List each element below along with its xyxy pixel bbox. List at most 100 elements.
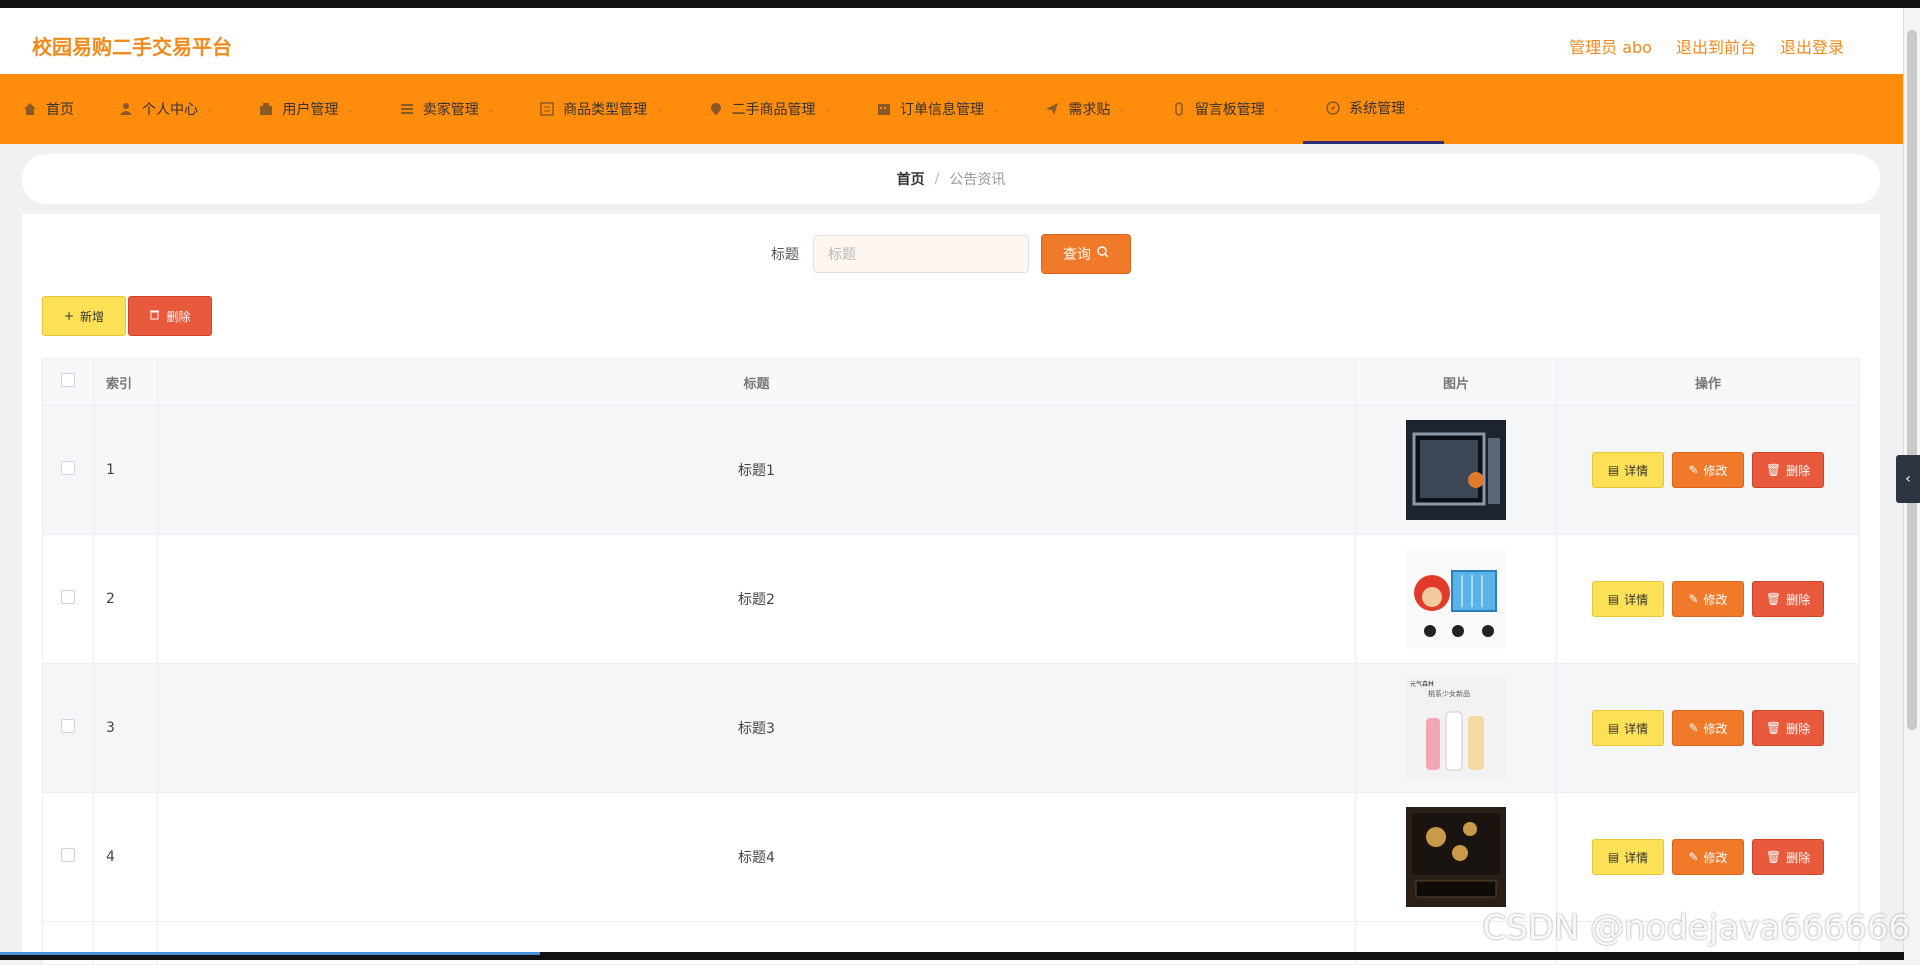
row-check-cell (42, 792, 94, 922)
chevron-down-icon: ⌄ (206, 103, 215, 115)
collapse-handle-icon[interactable]: ‹ (1896, 455, 1920, 503)
delete-button[interactable]: 🗑 删除 (1752, 452, 1824, 488)
query-button-label: 查询 (1063, 247, 1091, 263)
detail-label: 详情 (1624, 850, 1649, 865)
row-check-cell (42, 534, 94, 664)
send-icon (1044, 101, 1060, 117)
title-search-input[interactable] (813, 235, 1029, 273)
header-ops: 操作 (1556, 358, 1860, 406)
app-header: 校园易购二手交易平台 管理员 abo 退出到前台 退出登录 (0, 8, 1904, 74)
nav-label: 系统管理 (1349, 100, 1406, 117)
chevron-down-icon: ⌄ (1118, 103, 1127, 115)
nav-item-system[interactable]: 系统管理 ⌄ (1303, 74, 1444, 144)
nav-label: 用户管理 (282, 102, 339, 118)
nav-item-users[interactable]: 用户管理 ⌄ (236, 74, 376, 144)
table-header-row: 索引 标题 图片 操作 (42, 358, 1860, 406)
row-checkbox[interactable] (61, 848, 75, 862)
nav-label: 个人中心 (142, 102, 198, 118)
chevron-down-icon: ⌄ (991, 103, 1001, 115)
logout-link[interactable]: 退出登录 (1780, 34, 1844, 58)
nav-item-goods[interactable]: 二手商品管理 ⌄ (686, 74, 854, 144)
nav-label: 二手商品管理 (731, 102, 816, 118)
pencil-icon: ✎ (1688, 850, 1699, 864)
header-links: 管理员 abo 退出到前台 退出登录 (1569, 34, 1844, 58)
drinks-header-text: 元气森林 (1410, 680, 1434, 688)
gift-box-image[interactable] (1406, 807, 1506, 907)
microwave-image[interactable] (1406, 420, 1506, 520)
top-edge (0, 0, 1920, 8)
row-checkbox[interactable] (61, 719, 75, 733)
detail-button[interactable]: ▤ 详情 (1592, 581, 1664, 617)
nav-item-orders[interactable]: 订单信息管理 ⌄ (854, 74, 1022, 144)
nav-item-home[interactable]: 首页 (0, 74, 96, 144)
chevron-down-icon: ⌄ (823, 103, 832, 115)
exit-to-front-link[interactable]: 退出到前台 (1676, 34, 1756, 58)
query-button[interactable]: 查询 (1041, 234, 1131, 274)
table-row: 2 标题2 ▤ 详情 ✎ 修改 🗑 删除 (42, 534, 1860, 664)
row-actions: ▤ 详情 ✎ 修改 🗑 删除 (1558, 581, 1858, 617)
header-index: 索引 (93, 358, 158, 406)
category-icon (539, 101, 555, 117)
cart-mascot-image[interactable] (1406, 549, 1506, 649)
breadcrumb-home[interactable]: 首页 (897, 169, 925, 189)
content-panel: 标题 查询 + 新增 删除 索引 标题 图片 操作 (22, 214, 1880, 965)
main-nav: 首页 个人中心 ⌄ 用户管理 ⌄ 卖家管理 ⌄ 商品类型管理 ⌄ 二手商品管理 ⌄ 订单信… (0, 74, 1904, 144)
row-checkbox[interactable] (61, 461, 75, 475)
detail-label: 详情 (1624, 721, 1649, 736)
row-title: 标题4 (157, 792, 1356, 922)
detail-button[interactable]: ▤ 详情 (1592, 452, 1664, 488)
message-icon (1171, 101, 1187, 117)
detail-button[interactable]: ▤ 详情 (1592, 710, 1664, 746)
row-index: 3 (93, 663, 158, 793)
edit-label: 修改 (1703, 463, 1728, 478)
nav-item-sellers[interactable]: 卖家管理 ⌄ (377, 74, 517, 144)
trash-icon: 🗑 (1765, 850, 1782, 864)
header-image: 图片 (1355, 358, 1557, 406)
nav-label: 留言板管理 (1194, 102, 1265, 118)
row-index: 4 (93, 792, 158, 922)
nav-item-messages[interactable]: 留言板管理 ⌄ (1149, 74, 1303, 144)
bulk-delete-button[interactable]: 删除 (128, 296, 212, 336)
list-icon (399, 101, 415, 117)
nav-item-categories[interactable]: 商品类型管理 ⌄ (517, 74, 685, 144)
select-all-checkbox[interactable] (61, 373, 75, 387)
document-icon: ▤ (1607, 592, 1620, 606)
row-title: 标题1 (157, 405, 1356, 535)
edit-label: 修改 (1703, 592, 1728, 607)
delete-button[interactable]: 🗑 删除 (1752, 839, 1824, 875)
edit-button[interactable]: ✎ 修改 (1672, 839, 1744, 875)
row-checkbox[interactable] (61, 590, 75, 604)
add-button[interactable]: + 新增 (42, 296, 126, 336)
location-icon (708, 101, 724, 117)
drinks-sub-text: 桃系少女新品 (1428, 689, 1470, 698)
delete-button[interactable]: 🗑 删除 (1752, 581, 1824, 617)
row-image-cell (1355, 792, 1557, 922)
row-ops-cell: ▤ 详情 ✎ 修改 🗑 删除 (1556, 792, 1860, 922)
scrollbar-thumb[interactable] (1907, 30, 1917, 730)
search-label: 标题 (771, 247, 799, 263)
nav-item-personal[interactable]: 个人中心 ⌄ (96, 74, 236, 144)
trash-icon (149, 309, 160, 323)
edit-button[interactable]: ✎ 修改 (1672, 581, 1744, 617)
breadcrumb: 首页 / 公告资讯 (22, 154, 1880, 204)
nav-item-demands[interactable]: 需求贴 ⌄ (1022, 74, 1148, 144)
row-index: 2 (93, 534, 158, 664)
drinks-image[interactable]: 元气森林 桃系少女新品 (1406, 678, 1506, 778)
action-buttons: + 新增 删除 (42, 296, 212, 336)
watermark: CSDN @nodejava666666 (1482, 908, 1910, 948)
row-actions: ▤ 详情 ✎ 修改 🗑 删除 (1558, 839, 1858, 875)
detail-button[interactable]: ▤ 详情 (1592, 839, 1664, 875)
row-ops-cell: ▤ 详情 ✎ 修改 🗑 删除 (1556, 405, 1860, 535)
add-button-label: 新增 (80, 309, 105, 324)
row-image-cell (1355, 405, 1557, 535)
users-icon (258, 101, 274, 117)
announcement-table: 索引 标题 图片 操作 1 标题1 ▤ 详情 ✎ 修改 🗑 删除 2 标题2 ▤… (42, 358, 1860, 965)
delete-button[interactable]: 🗑 删除 (1752, 710, 1824, 746)
admin-label[interactable]: 管理员 abo (1569, 34, 1652, 58)
delete-label: 删除 (1786, 463, 1811, 478)
row-actions: ▤ 详情 ✎ 修改 🗑 删除 (1558, 452, 1858, 488)
edit-button[interactable]: ✎ 修改 (1672, 710, 1744, 746)
edit-button[interactable]: ✎ 修改 (1672, 452, 1744, 488)
edit-label: 修改 (1703, 850, 1728, 865)
nav-label: 需求贴 (1068, 102, 1111, 118)
